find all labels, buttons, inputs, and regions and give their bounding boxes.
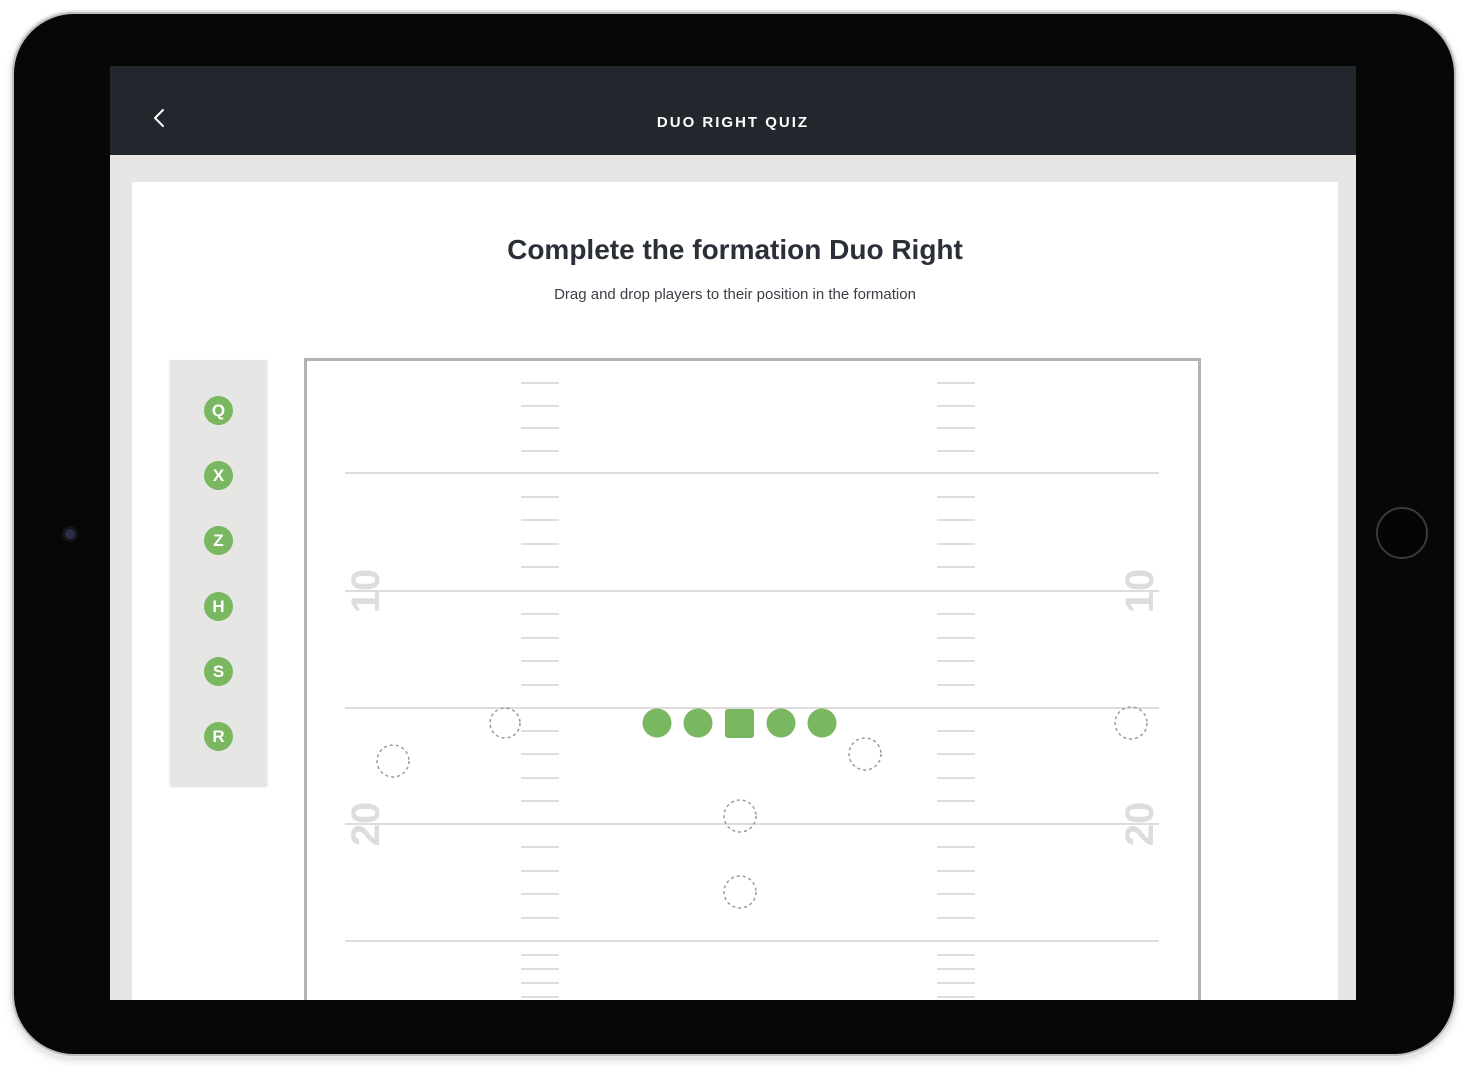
- lineman-right-guard: [766, 708, 796, 738]
- football-field: 10 10 20 20: [304, 358, 1201, 1000]
- yard-number-right-20: 20: [1118, 802, 1162, 847]
- field-drawing: 10 10 20 20: [344, 382, 1162, 998]
- screen: DUO RIGHT QUIZ Complete the formation Du…: [110, 66, 1356, 1000]
- quiz-instructions: Drag and drop players to their position …: [554, 286, 916, 303]
- drop-zone[interactable]: [723, 875, 757, 909]
- drop-zone[interactable]: [489, 707, 521, 739]
- nav-bar: DUO RIGHT QUIZ: [110, 66, 1356, 155]
- player-token-x[interactable]: X: [204, 461, 233, 490]
- lineman-right-tackle: [807, 708, 837, 738]
- player-token-z[interactable]: Z: [204, 526, 233, 555]
- yard-number-left-20: 20: [344, 802, 388, 847]
- quiz-card: Complete the formation Duo Right Drag an…: [132, 182, 1338, 1000]
- page-title: DUO RIGHT QUIZ: [656, 114, 810, 131]
- lineman-left-tackle: [642, 708, 672, 738]
- yard-number-left-10: 10: [344, 569, 388, 614]
- player-token-r[interactable]: R: [204, 722, 233, 751]
- drop-zone[interactable]: [1114, 706, 1148, 740]
- lineman-center: [725, 709, 754, 738]
- yard-number-right-10: 10: [1118, 569, 1162, 614]
- player-token-q[interactable]: Q: [204, 396, 233, 425]
- home-button[interactable]: [1376, 507, 1428, 559]
- player-palette: Q X Z H S R: [170, 360, 267, 786]
- lineman-left-guard: [683, 708, 713, 738]
- player-token-s[interactable]: S: [204, 657, 233, 686]
- quiz-heading: Complete the formation Duo Right: [507, 234, 963, 265]
- drop-zone[interactable]: [848, 737, 882, 771]
- drop-zone[interactable]: [723, 799, 757, 833]
- camera-icon: [62, 526, 78, 542]
- tablet-frame: DUO RIGHT QUIZ Complete the formation Du…: [14, 14, 1454, 1054]
- player-token-h[interactable]: H: [204, 592, 233, 621]
- drop-zone[interactable]: [376, 744, 410, 778]
